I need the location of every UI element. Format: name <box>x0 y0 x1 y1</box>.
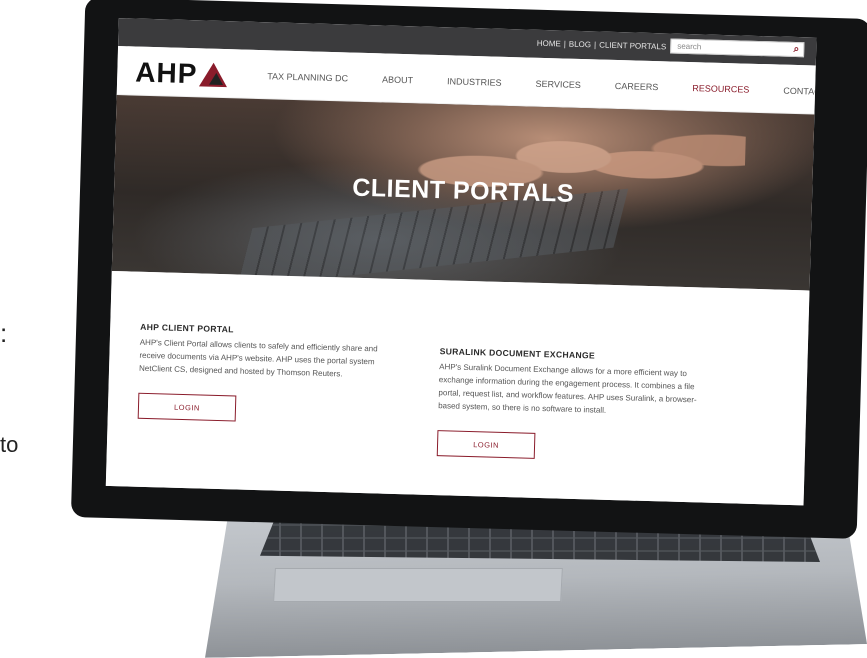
search-input[interactable]: search ⌕ <box>670 38 805 58</box>
ahp-logo[interactable]: AHP <box>135 57 228 92</box>
nav-item-about[interactable]: ABOUT <box>382 74 413 85</box>
nav-item-services[interactable]: SERVICES <box>535 79 581 90</box>
search-icon[interactable]: ⌕ <box>793 43 799 57</box>
hero-banner: CLIENT PORTALS <box>111 95 815 291</box>
edge-text-to: to <box>0 432 19 457</box>
nav-item-tax-planning[interactable]: TAX PLANNING DC <box>267 71 348 83</box>
utility-link-client-portals[interactable]: CLIENT PORTALS <box>599 40 666 51</box>
section-body: AHP's Client Portal allows clients to sa… <box>138 337 378 379</box>
laptop-screen-bezel: HOME | BLOG | CLIENT PORTALS search ⌕ AH… <box>70 0 867 539</box>
utility-separator: | <box>593 40 597 50</box>
nav-item-careers[interactable]: CAREERS <box>615 81 659 92</box>
nav-item-contact[interactable]: CONTACT <box>783 86 816 97</box>
search-placeholder: search <box>677 41 702 52</box>
utility-link-blog[interactable]: BLOG <box>569 40 591 50</box>
utility-link-home[interactable]: HOME <box>537 39 561 49</box>
nav-menu: TAX PLANNING DC ABOUT INDUSTRIES SERVICE… <box>267 71 816 98</box>
suralink-login-button[interactable]: LOGIN <box>436 430 536 459</box>
edge-text-colon: : <box>0 318 8 348</box>
utility-separator: | <box>563 39 566 49</box>
nav-item-industries[interactable]: INDUSTRIES <box>447 76 502 88</box>
ahp-client-portal-section: AHP CLIENT PORTAL AHP's Client Portal al… <box>137 322 381 426</box>
laptop-trackpad <box>273 568 563 602</box>
ahp-portal-login-button[interactable]: LOGIN <box>137 392 237 422</box>
nav-item-resources[interactable]: RESOURCES <box>692 83 749 95</box>
logo-text: AHP <box>134 56 198 90</box>
utility-links: HOME | BLOG | CLIENT PORTALS <box>537 39 667 52</box>
portal-content: AHP CLIENT PORTAL AHP's Client Portal al… <box>105 270 810 506</box>
logo-triangle-icon <box>199 62 228 88</box>
suralink-section: SURALINK DOCUMENT EXCHANGE AHP's Suralin… <box>436 346 710 463</box>
section-body: AHP's Suralink Document Exchange allows … <box>438 362 697 415</box>
website-screen: HOME | BLOG | CLIENT PORTALS search ⌕ AH… <box>105 18 817 506</box>
